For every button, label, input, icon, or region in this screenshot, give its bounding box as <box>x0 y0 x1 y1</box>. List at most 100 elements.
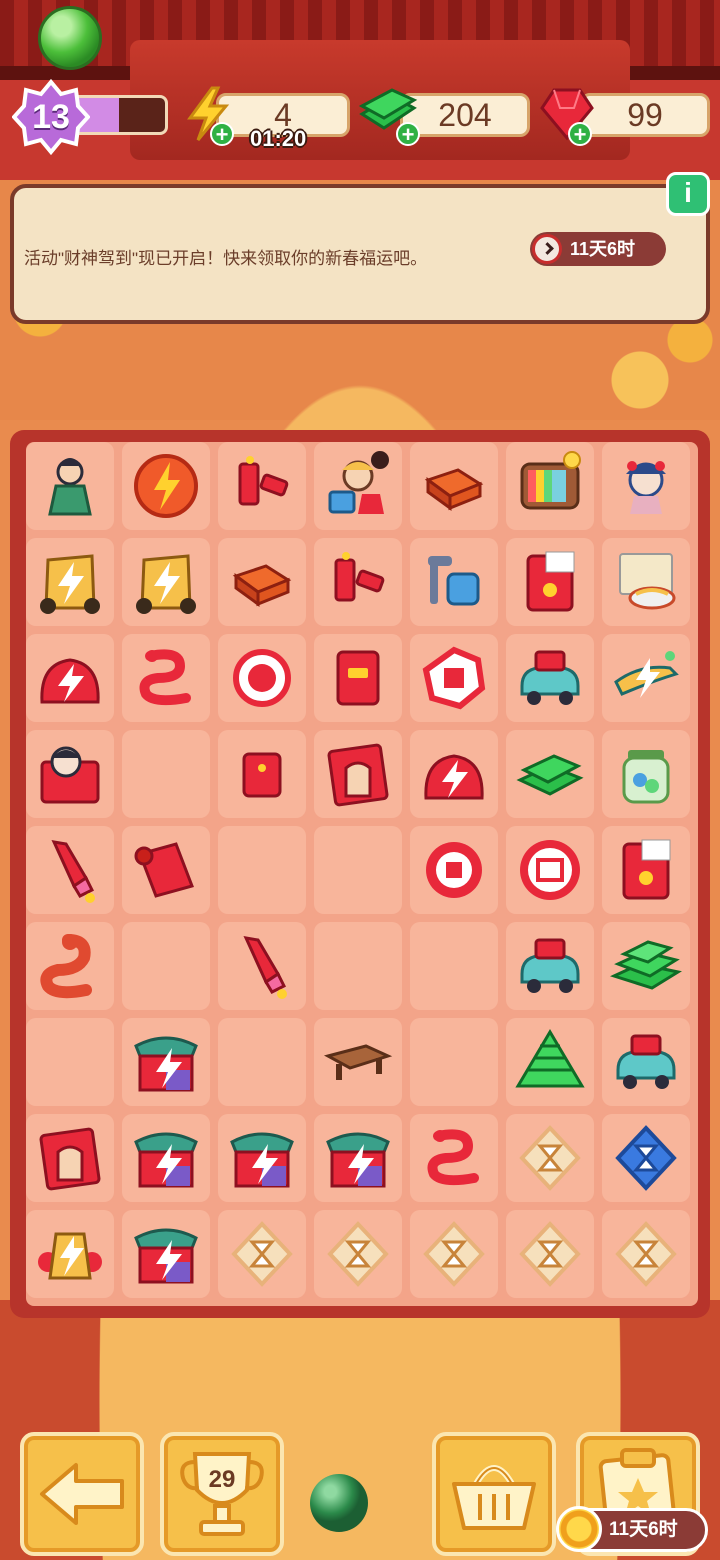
board-cell[interactable] <box>506 1210 594 1298</box>
cash-pile-icon[interactable] <box>610 930 682 1002</box>
firecrackers-icon[interactable] <box>226 450 298 522</box>
shop-gen-icon[interactable] <box>322 1122 394 1194</box>
hourglass-icon[interactable] <box>610 1218 682 1290</box>
firecrackers-icon[interactable] <box>322 546 394 618</box>
board-cell[interactable] <box>410 922 498 1010</box>
basket-button[interactable] <box>432 1432 556 1556</box>
kuai-seal-icon[interactable] <box>514 834 586 906</box>
board-cell[interactable] <box>602 1210 690 1298</box>
board-cell[interactable] <box>506 634 594 722</box>
toy-car-icon[interactable] <box>514 642 586 714</box>
board-cell[interactable] <box>26 538 114 626</box>
merchant-icon[interactable] <box>322 450 394 522</box>
tv-icon[interactable] <box>514 450 586 522</box>
board-cell[interactable] <box>26 826 114 914</box>
board-cell[interactable] <box>506 442 594 530</box>
board-cell[interactable] <box>410 826 498 914</box>
plane-gen-icon[interactable] <box>610 642 682 714</box>
level-badge[interactable]: 13 <box>12 78 90 156</box>
bench-icon[interactable] <box>322 1026 394 1098</box>
board-cell[interactable] <box>218 1114 306 1202</box>
board-cell[interactable] <box>602 634 690 722</box>
board-cell[interactable] <box>602 1018 690 1106</box>
board-cell[interactable] <box>410 442 498 530</box>
board-cell[interactable] <box>506 1114 594 1202</box>
board-cell[interactable] <box>602 1114 690 1202</box>
general-icon[interactable] <box>34 450 106 522</box>
board-cell[interactable] <box>410 1210 498 1298</box>
hourglass-icon[interactable] <box>514 1218 586 1290</box>
add-energy-button[interactable]: + <box>210 122 234 146</box>
board-cell[interactable] <box>314 1018 402 1106</box>
cash-stack-icon[interactable] <box>514 738 586 810</box>
board-cell[interactable] <box>410 634 498 722</box>
board-cell[interactable] <box>26 442 114 530</box>
xin-seal-icon[interactable] <box>418 642 490 714</box>
door-card-icon[interactable] <box>322 738 394 810</box>
hourglass-icon[interactable] <box>514 1122 586 1194</box>
noodles-icon[interactable] <box>610 546 682 618</box>
board-cell[interactable] <box>122 1018 210 1106</box>
board-cell[interactable] <box>506 1018 594 1106</box>
cash-mountain-icon[interactable] <box>514 1026 586 1098</box>
red-box-icon[interactable] <box>226 546 298 618</box>
girl-card-icon[interactable] <box>34 738 106 810</box>
lantern-bag-gen-icon[interactable] <box>34 642 106 714</box>
gem-counter[interactable]: 99 <box>580 93 710 137</box>
gold-tree-gen-icon[interactable] <box>34 546 106 618</box>
red-envelope-small-icon[interactable] <box>226 738 298 810</box>
hourglass-blue-icon[interactable] <box>610 1122 682 1194</box>
board-cell[interactable] <box>602 922 690 1010</box>
board-cell[interactable] <box>26 1210 114 1298</box>
door-card-icon[interactable] <box>34 1122 106 1194</box>
board-cell[interactable] <box>506 826 594 914</box>
back-button[interactable] <box>20 1432 144 1556</box>
opera-girl-icon[interactable] <box>610 450 682 522</box>
board-cell[interactable] <box>122 826 210 914</box>
board-cell[interactable] <box>314 442 402 530</box>
board-cell[interactable] <box>122 922 210 1010</box>
toy-car-icon[interactable] <box>610 1026 682 1098</box>
snake-icon[interactable] <box>130 642 202 714</box>
board-cell[interactable] <box>122 442 210 530</box>
red-envelope-icon[interactable] <box>322 642 394 714</box>
board-cell[interactable] <box>506 730 594 818</box>
hourglass-icon[interactable] <box>226 1218 298 1290</box>
an-seal-icon[interactable] <box>418 834 490 906</box>
lantern-gen-icon[interactable] <box>34 1218 106 1290</box>
board-cell[interactable] <box>122 1210 210 1298</box>
hourglass-icon[interactable] <box>418 1218 490 1290</box>
board-cell[interactable] <box>26 730 114 818</box>
board-cell[interactable] <box>218 442 306 530</box>
add-gems-button[interactable]: + <box>568 122 592 146</box>
board-cell[interactable] <box>218 922 306 1010</box>
trophy-button[interactable]: 29 <box>160 1432 284 1556</box>
vacuum-icon[interactable] <box>418 546 490 618</box>
board-cell[interactable] <box>506 922 594 1010</box>
board-cell[interactable] <box>410 1018 498 1106</box>
board-cell[interactable] <box>314 1210 402 1298</box>
board-cell[interactable] <box>122 730 210 818</box>
board-cell[interactable] <box>314 922 402 1010</box>
fu-seal-icon[interactable] <box>226 642 298 714</box>
board-cell[interactable] <box>26 1018 114 1106</box>
red-envelope-card-icon[interactable] <box>514 546 586 618</box>
shop-gen-icon[interactable] <box>130 1122 202 1194</box>
energy-orb-icon[interactable] <box>130 450 202 522</box>
add-cash-button[interactable]: + <box>396 122 420 146</box>
board-cell[interactable] <box>26 1114 114 1202</box>
board-cell[interactable] <box>602 730 690 818</box>
shop-gen-icon[interactable] <box>130 1026 202 1098</box>
board-cell[interactable] <box>410 538 498 626</box>
board-cell[interactable] <box>218 634 306 722</box>
gold-tree-gen-icon[interactable] <box>130 546 202 618</box>
board-cell[interactable] <box>314 730 402 818</box>
board-cell[interactable] <box>314 826 402 914</box>
shop-gen-icon[interactable] <box>130 1218 202 1290</box>
snake-big-icon[interactable] <box>34 930 106 1002</box>
board-cell[interactable] <box>218 538 306 626</box>
board-cell[interactable] <box>314 1114 402 1202</box>
rocket-icon[interactable] <box>34 834 106 906</box>
board-cell[interactable] <box>602 442 690 530</box>
jar-icon[interactable] <box>610 738 682 810</box>
